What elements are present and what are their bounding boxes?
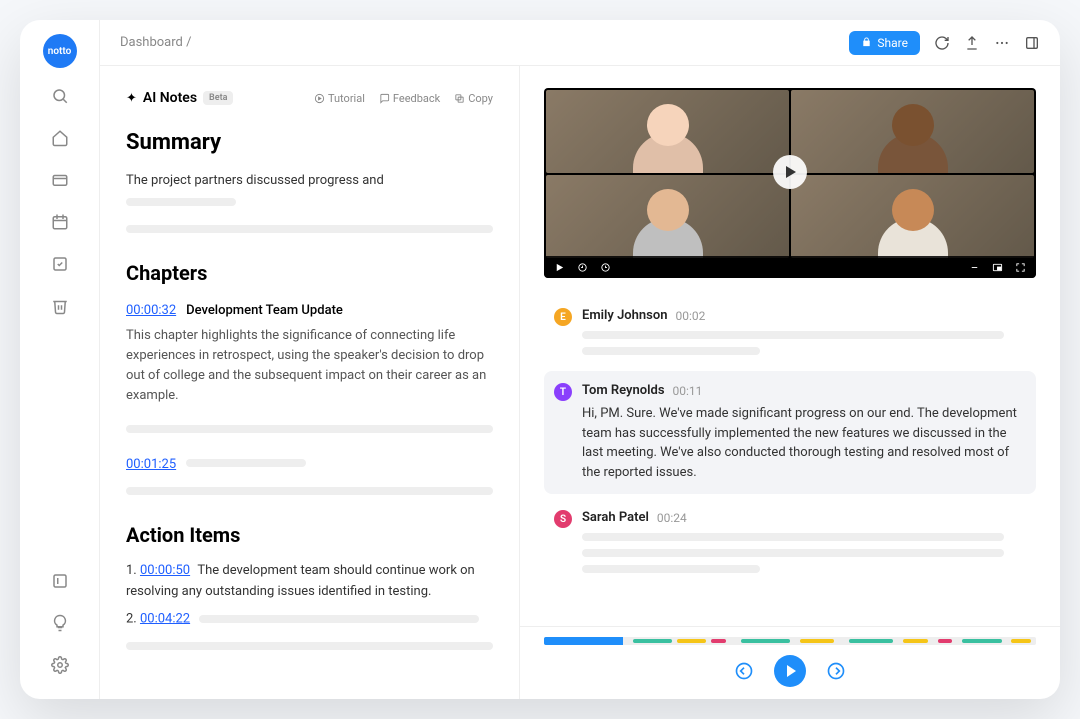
search-icon[interactable] (50, 86, 70, 106)
actionitems-heading: Action Items (126, 523, 493, 547)
refresh-icon[interactable] (934, 35, 950, 51)
placeholder (582, 549, 1004, 557)
transcript-turn[interactable]: E Emily Johnson 00:02 (544, 296, 1036, 367)
ainotes-header: ✦ AI Notes Beta Tutorial Feedback Copy (126, 90, 493, 106)
forward-button[interactable] (826, 661, 846, 681)
bulb-icon[interactable] (50, 613, 70, 633)
avatar: E (554, 308, 572, 326)
play-overlay-button[interactable] (773, 155, 807, 189)
turn-body: Sarah Patel 00:24 (582, 510, 1026, 573)
nav-icons (50, 86, 70, 316)
chapters-heading: Chapters (126, 261, 493, 285)
avatar: T (554, 383, 572, 401)
ainotes-title: AI Notes (143, 90, 197, 106)
action-item: 2. 00:04:22 (126, 609, 493, 630)
placeholder (582, 331, 1004, 339)
transcript: E Emily Johnson 00:02 T (520, 286, 1060, 626)
beta-badge: Beta (203, 91, 233, 105)
more-icon[interactable] (994, 35, 1010, 51)
placeholder (126, 198, 236, 206)
avatar: S (554, 510, 572, 528)
participant-tile (791, 90, 1034, 173)
placeholder (199, 615, 479, 623)
summary-heading: Summary (126, 130, 493, 155)
summary-text: The project partners discussed progress … (126, 171, 493, 213)
speaker-name: Tom Reynolds (582, 383, 665, 398)
participant-tile (546, 175, 789, 258)
timeline[interactable] (544, 637, 1036, 645)
video-forward-icon[interactable] (600, 262, 611, 273)
participant-tile (791, 175, 1034, 258)
turn-timestamp: 00:02 (675, 309, 705, 323)
content: ✦ AI Notes Beta Tutorial Feedback Copy S… (100, 66, 1060, 699)
feedback-button[interactable]: Feedback (379, 92, 440, 105)
timestamp-link[interactable]: 00:04:22 (140, 611, 190, 626)
turn-body: Tom Reynolds 00:11 Hi, PM. Sure. We've m… (582, 383, 1026, 482)
turn-timestamp: 00:11 (673, 384, 703, 398)
video-container (520, 66, 1060, 286)
schedule-icon[interactable] (50, 254, 70, 274)
placeholder (126, 225, 493, 233)
timestamp-link[interactable]: 00:00:50 (140, 563, 190, 578)
panel-icon[interactable] (1024, 35, 1040, 51)
player-buttons (520, 655, 1060, 687)
video-rewind-icon[interactable] (577, 262, 588, 273)
app-window: notto Dashboard / Share (20, 20, 1060, 699)
placeholder (582, 347, 760, 355)
notes-panel: ✦ AI Notes Beta Tutorial Feedback Copy S… (100, 66, 520, 699)
chapter-title: Development Team Update (186, 303, 343, 318)
transcript-turn[interactable]: T Tom Reynolds 00:11 Hi, PM. Sure. We've… (544, 371, 1036, 494)
video-pip-icon[interactable] (992, 262, 1003, 273)
placeholder (186, 459, 306, 467)
video-play-icon[interactable] (554, 262, 565, 273)
placeholder (126, 642, 493, 650)
video-player[interactable] (544, 88, 1036, 278)
chapter-item: 00:00:32 Development Team Update This ch… (126, 299, 493, 407)
sidebar: notto (20, 20, 100, 699)
rewind-button[interactable] (734, 661, 754, 681)
breadcrumb[interactable]: Dashboard / (120, 35, 191, 50)
video-controls (544, 256, 1036, 278)
player-bar (520, 626, 1060, 699)
placeholder (582, 565, 760, 573)
chapter-body: This chapter highlights the significance… (126, 326, 493, 407)
notes-actions: Tutorial Feedback Copy (314, 92, 493, 105)
turn-timestamp: 00:24 (657, 511, 687, 525)
copy-button[interactable]: Copy (454, 92, 493, 105)
timestamp-link[interactable]: 00:01:25 (126, 457, 176, 472)
main: Dashboard / Share ✦ AI Notes Beta (100, 20, 1060, 699)
calendar-icon[interactable] (50, 212, 70, 232)
sidebar-bottom (50, 571, 70, 685)
turn-body: Emily Johnson 00:02 (582, 308, 1026, 355)
logo[interactable]: notto (43, 34, 77, 68)
topbar-actions: Share (849, 31, 1040, 55)
tutorial-button[interactable]: Tutorial (314, 92, 365, 105)
speaker-name: Emily Johnson (582, 308, 667, 323)
action-item: 1. 00:00:50 The development team should … (126, 561, 493, 603)
export-icon[interactable] (964, 35, 980, 51)
sparkle-icon: ✦ (126, 91, 137, 106)
placeholder (126, 425, 493, 433)
media-panel: E Emily Johnson 00:02 T (520, 66, 1060, 699)
video-fullscreen-icon[interactable] (1015, 262, 1026, 273)
participant-tile (546, 90, 789, 173)
play-button[interactable] (774, 655, 806, 687)
gear-icon[interactable] (50, 655, 70, 675)
placeholder (126, 487, 493, 495)
home-icon[interactable] (50, 128, 70, 148)
chapter-item: 00:01:25 (126, 453, 493, 474)
trash-icon[interactable] (50, 296, 70, 316)
turn-text: Hi, PM. Sure. We've made significant pro… (582, 404, 1026, 482)
topbar: Dashboard / Share (100, 20, 1060, 66)
placeholder (582, 533, 1004, 541)
share-button[interactable]: Share (849, 31, 920, 55)
book-icon[interactable] (50, 571, 70, 591)
folder-icon[interactable] (50, 170, 70, 190)
share-label: Share (877, 36, 908, 50)
speaker-name: Sarah Patel (582, 510, 649, 525)
video-minimize-icon[interactable] (969, 262, 980, 273)
timestamp-link[interactable]: 00:00:32 (126, 303, 176, 318)
transcript-turn[interactable]: S Sarah Patel 00:24 (544, 498, 1036, 585)
